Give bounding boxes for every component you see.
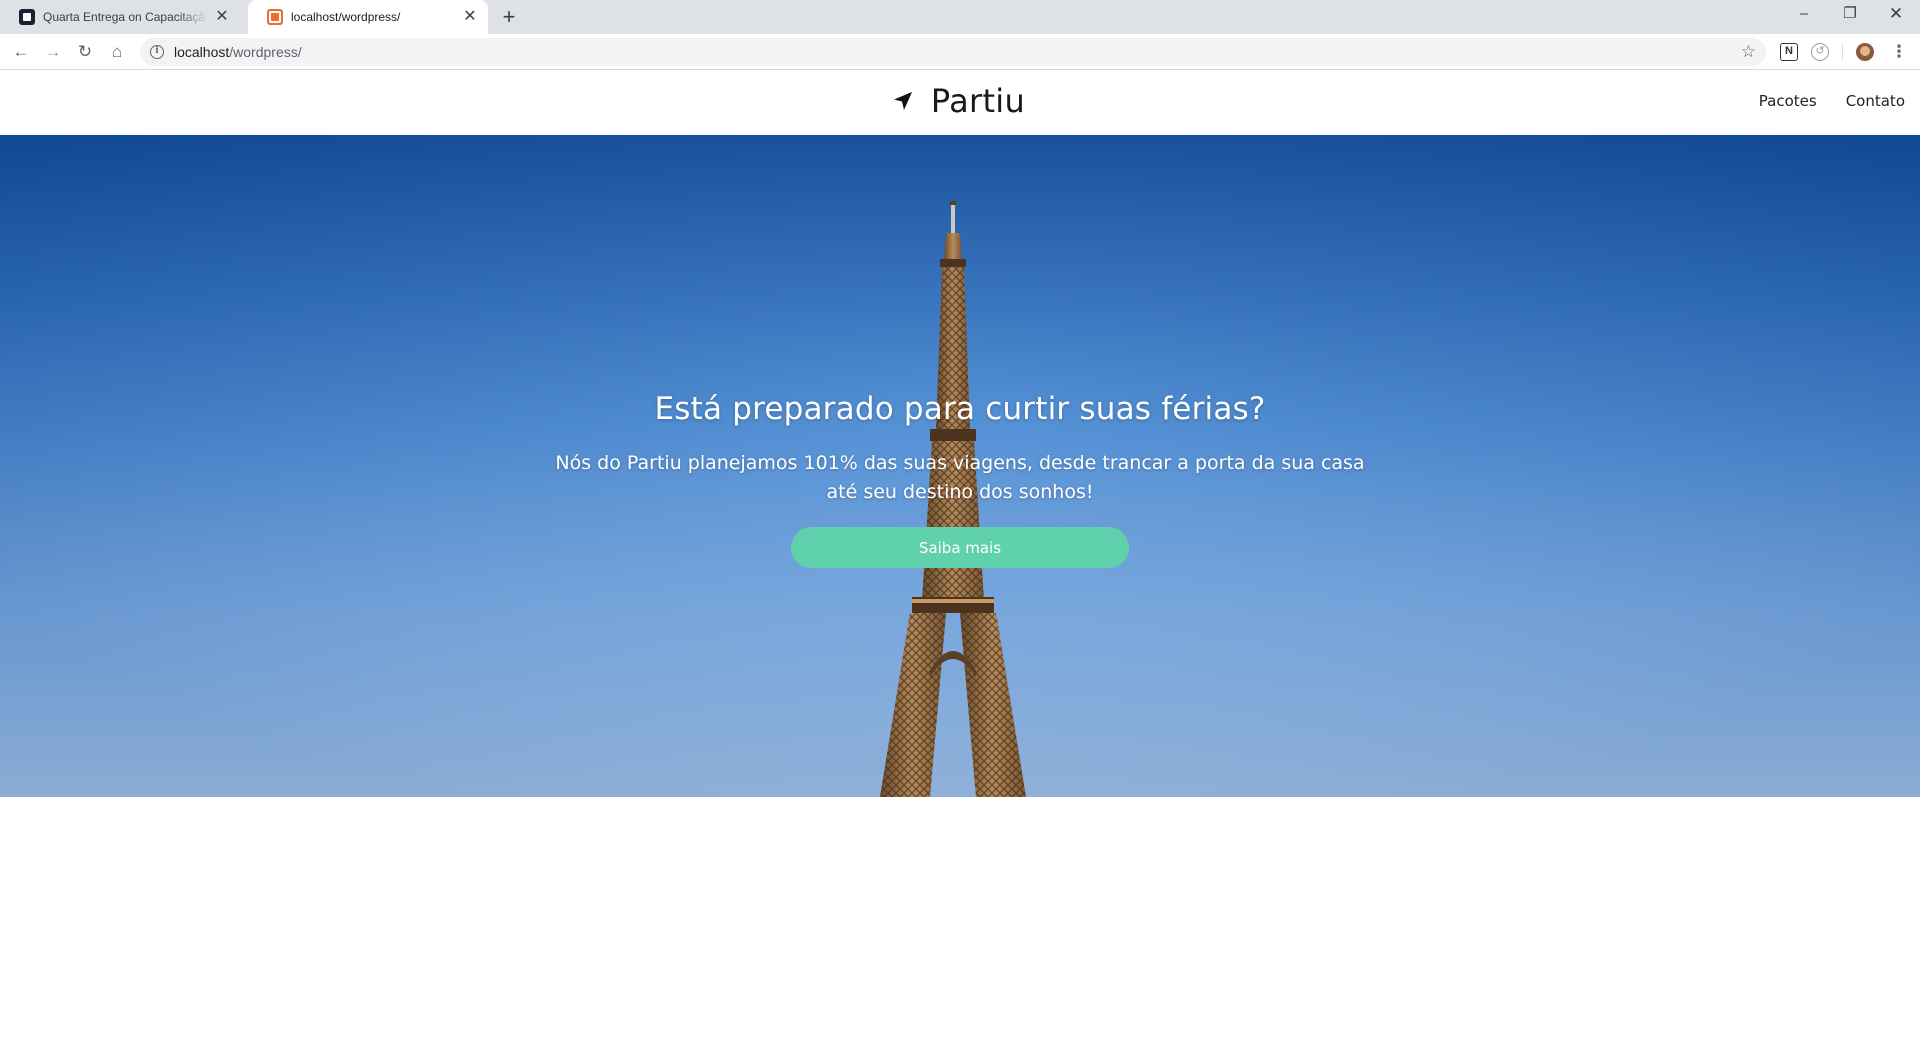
notion-extension-icon[interactable]: N bbox=[1780, 43, 1798, 61]
star-icon[interactable]: ☆ bbox=[1741, 42, 1756, 62]
tab-title: localhost/wordpress/ bbox=[291, 10, 401, 24]
maximize-button[interactable]: ❐ bbox=[1828, 0, 1872, 30]
close-icon[interactable]: ✕ bbox=[462, 9, 478, 25]
browser-tabstrip: Quarta Entrega on Capacitação e ✕ localh… bbox=[0, 0, 1920, 34]
hero-content: Está preparado para curtir suas férias? … bbox=[0, 391, 1920, 568]
hero-text: Nós do Partiu planejamos 101% das suas v… bbox=[555, 452, 1365, 503]
new-tab-button[interactable]: + bbox=[498, 6, 520, 29]
browser-tab-trello[interactable]: Quarta Entrega on Capacitação e ✕ bbox=[0, 0, 240, 34]
site-header: Partiu Pacotes Contato bbox=[0, 71, 1920, 135]
hero-banner: Está preparado para curtir suas férias? … bbox=[0, 135, 1920, 797]
menu-icon[interactable]: ⋮ bbox=[1888, 41, 1910, 63]
toolbar-divider bbox=[1842, 44, 1843, 60]
profile-avatar[interactable] bbox=[1856, 43, 1874, 61]
window-close-button[interactable]: ✕ bbox=[1874, 0, 1918, 30]
address-bar[interactable]: i localhost/wordpress/ ☆ bbox=[140, 38, 1766, 66]
xampp-icon bbox=[267, 9, 283, 25]
nav-item-contato[interactable]: Contato bbox=[1846, 92, 1905, 110]
forward-button[interactable]: → bbox=[42, 41, 64, 63]
minimize-button[interactable]: – bbox=[1782, 0, 1826, 30]
browser-toolbar: ← → ↻ ⌂ i localhost/wordpress/ ☆ N ↺ ⋮ bbox=[0, 34, 1920, 70]
main-nav: Pacotes Contato bbox=[1759, 92, 1905, 110]
brand-container: Partiu bbox=[0, 82, 1920, 120]
back-button[interactable]: ← bbox=[10, 41, 32, 63]
url-path: /wordpress/ bbox=[229, 44, 302, 60]
home-button[interactable]: ⌂ bbox=[106, 41, 128, 63]
brand-name: Partiu bbox=[930, 82, 1026, 120]
close-icon[interactable]: ✕ bbox=[214, 9, 230, 25]
trello-icon bbox=[19, 9, 35, 25]
info-icon[interactable]: i bbox=[150, 45, 164, 59]
url-host: localhost bbox=[174, 44, 230, 60]
brand-logo[interactable]: Partiu bbox=[893, 82, 1025, 120]
history-extension-icon[interactable]: ↺ bbox=[1811, 43, 1829, 61]
browser-tab-localhost[interactable]: localhost/wordpress/ ✕ bbox=[248, 0, 488, 34]
navigation-arrow-icon bbox=[893, 92, 912, 110]
tab-title: Quarta Entrega on Capacitação e bbox=[43, 10, 208, 24]
hero-title: Está preparado para curtir suas férias? bbox=[654, 391, 1266, 427]
reload-button[interactable]: ↻ bbox=[74, 41, 96, 63]
saiba-mais-button[interactable]: Saiba mais bbox=[791, 527, 1129, 568]
nav-item-pacotes[interactable]: Pacotes bbox=[1759, 92, 1817, 110]
